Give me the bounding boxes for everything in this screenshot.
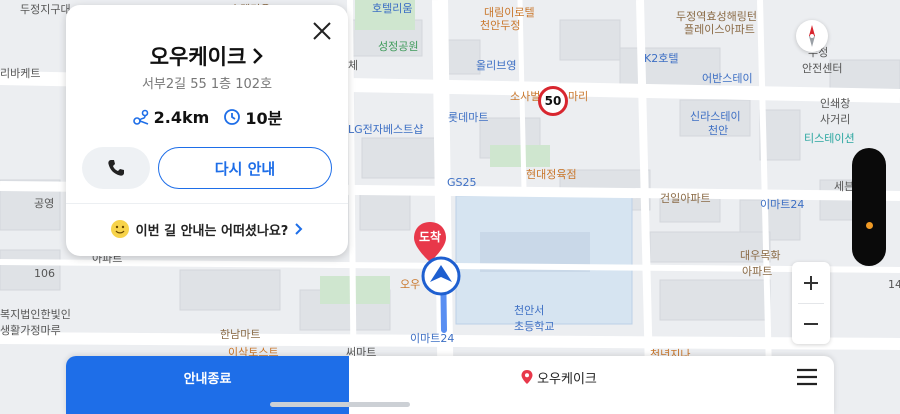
call-button[interactable] — [82, 147, 150, 189]
zoom-controls — [792, 262, 830, 344]
map-label: 올리브영 — [476, 59, 517, 72]
zoom-out-button[interactable] — [792, 303, 830, 344]
map-label: LG전자베스트샵 — [348, 123, 424, 136]
destination-title[interactable]: 오우케이크 — [66, 41, 348, 71]
feedback-text: 이번 길 안내는 어떠셨나요? — [135, 223, 289, 239]
destination-display[interactable]: 오우케이크 — [349, 356, 769, 414]
smile-icon — [110, 220, 129, 238]
map-label: 건일아파트 — [660, 192, 711, 205]
map-label: 마리 — [568, 90, 589, 103]
map-label: 14 — [888, 278, 900, 291]
map-label: 오우 — [400, 278, 421, 291]
map-label: 현대정육점 — [526, 168, 577, 181]
map-label: 공영 — [34, 197, 55, 210]
map-label: 성정공원 — [378, 40, 419, 53]
destination-name: 오우케이크 — [537, 371, 597, 387]
zoom-in-button[interactable] — [792, 262, 830, 303]
home-indicator — [270, 402, 410, 407]
close-button[interactable] — [310, 19, 334, 43]
map-label: 천안두정 — [480, 19, 521, 32]
map-label: 두정지구대 — [20, 3, 71, 16]
destination-info-card: 오우케이크 서부2길 55 1층 102호 2.4km 10분 다시 안내 이번… — [66, 5, 348, 256]
chevron-right-icon — [295, 223, 303, 235]
bottom-bar: 안내종료 오우케이크 — [66, 356, 834, 414]
side-panel-handle[interactable] — [852, 148, 886, 266]
map-label: K2호텔 — [644, 52, 679, 65]
minus-icon — [804, 322, 818, 325]
duration-stat: 10분 — [223, 105, 282, 129]
map-label: 리바케트 — [0, 67, 41, 80]
location-pin-icon — [521, 370, 533, 384]
map-label: 소사벌 — [510, 90, 541, 103]
map-label: 체 — [348, 59, 359, 72]
compass-icon[interactable] — [796, 20, 828, 52]
map-label: 플레이스아파트 — [684, 23, 755, 36]
chevron-right-icon — [252, 45, 264, 69]
map-label: 106 — [34, 267, 55, 280]
reguide-button[interactable]: 다시 안내 — [158, 147, 332, 189]
map-label: 천안 — [708, 124, 729, 137]
map-label: 티스테이션 — [804, 132, 855, 145]
destination-marker-label: 도착 — [418, 230, 442, 244]
menu-button[interactable] — [794, 366, 820, 388]
destination-title-text: 오우케이크 — [149, 45, 247, 69]
distance-stat: 2.4km — [132, 107, 210, 127]
map-label: 롯데마트 — [448, 111, 489, 124]
route-stats: 2.4km 10분 — [66, 105, 348, 129]
map-label: 대우목화 — [740, 249, 781, 262]
distance-value: 2.4km — [153, 107, 210, 127]
map-label: 인쇄창 — [820, 97, 851, 110]
map-label: 생활가정마루 — [0, 324, 61, 337]
clock-icon — [224, 109, 241, 125]
navigation-arrow-icon — [421, 256, 461, 296]
map-label: 사거리 — [820, 113, 851, 126]
close-icon — [313, 22, 331, 40]
map-label: GS25 — [447, 176, 477, 189]
destination-address: 서부2길 55 1층 102호 — [141, 77, 273, 92]
map-label: 아파트 — [742, 265, 773, 278]
map-label: 초등학교 — [514, 320, 555, 333]
map-label: 어반스테이 — [702, 72, 753, 85]
plus-icon — [804, 275, 818, 290]
map-label: 이마트24 — [760, 198, 805, 211]
phone-icon — [108, 160, 124, 176]
current-location-arrow — [421, 256, 461, 296]
map-label: 천안서 — [514, 304, 545, 317]
hamburger-icon — [797, 368, 817, 386]
map-label: 안전센터 — [802, 62, 843, 75]
route-icon — [132, 109, 148, 125]
map-label: 복지법인한빛인 — [0, 308, 71, 321]
map-label: 한남마트 — [220, 328, 261, 341]
map-label: 이마트24 — [410, 332, 455, 345]
duration-value: 10분 — [245, 109, 283, 128]
divider — [66, 203, 348, 204]
status-dot — [866, 222, 873, 229]
map-label: 호텔리움 — [372, 2, 413, 15]
speed-limit-sign: 50 — [538, 86, 568, 116]
feedback-link[interactable]: 이번 길 안내는 어떠셨나요? — [66, 219, 348, 239]
